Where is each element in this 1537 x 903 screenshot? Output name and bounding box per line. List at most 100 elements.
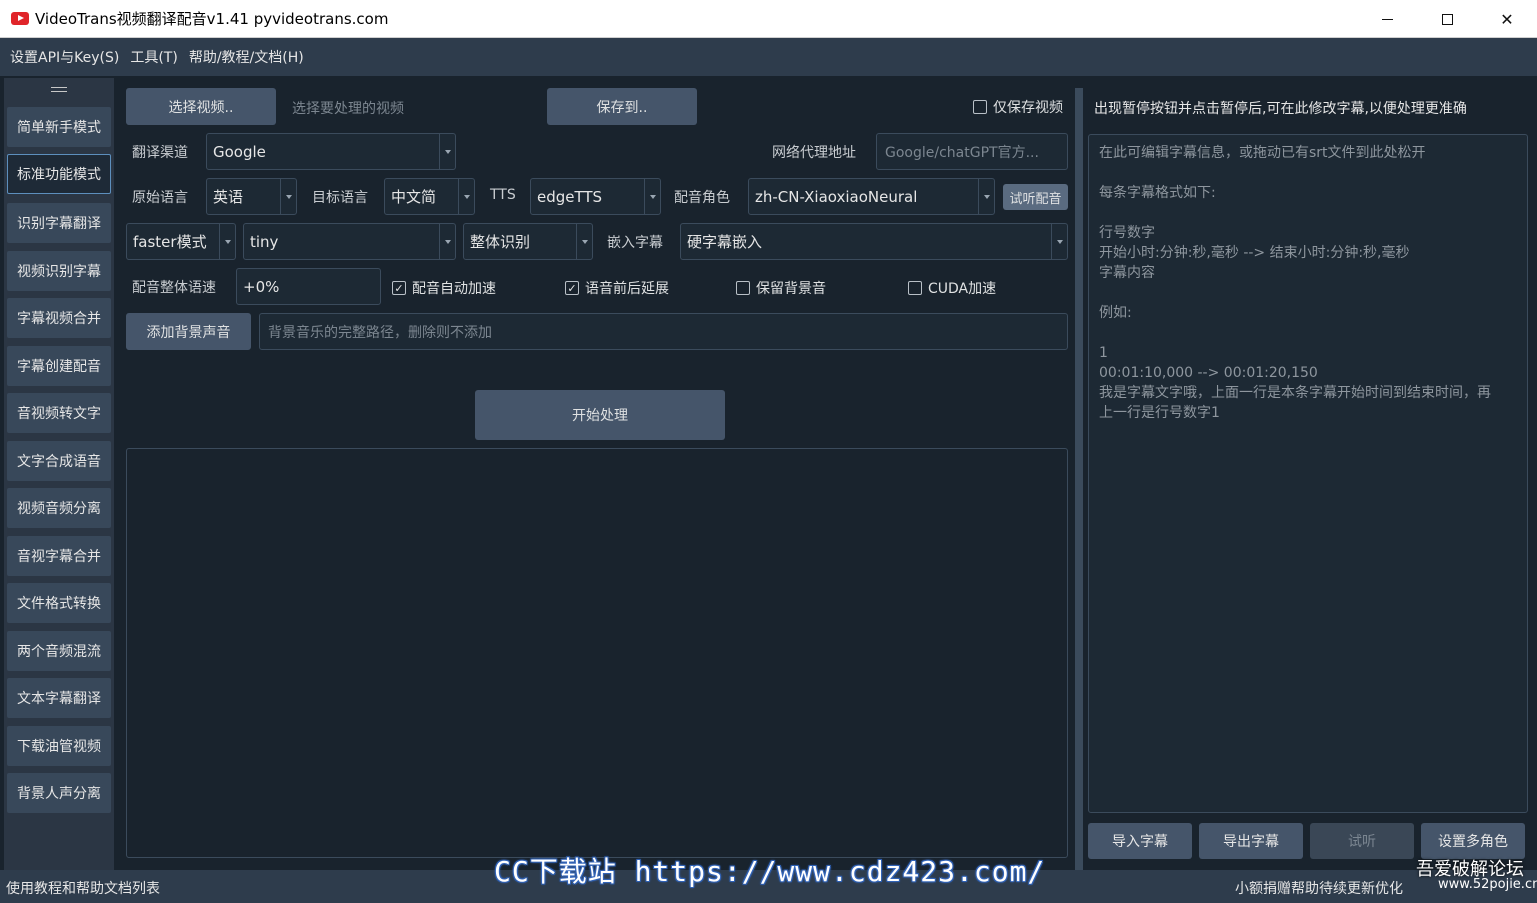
close-button[interactable]: ✕ — [1477, 0, 1537, 38]
start-process-button[interactable]: 开始处理 — [475, 390, 725, 440]
title-bar: VideoTrans视频翻译配音v1.41 pyvideotrans.com ✕ — [0, 0, 1537, 38]
export-subtitle-button[interactable]: 导出字幕 — [1199, 823, 1303, 859]
editor-line: 例如: — [1099, 305, 1132, 321]
tts-label: TTS — [490, 187, 516, 203]
whisper-model-select[interactable]: tiny — [243, 223, 456, 260]
checkbox-icon — [973, 100, 987, 114]
sidebar-item-audio-mix[interactable]: 两个音频混流 — [7, 631, 111, 671]
checkbox-checked-icon: ✓ — [392, 281, 406, 295]
sidebar-item-standard-mode[interactable]: 标准功能模式 — [7, 154, 111, 194]
minimize-icon — [1381, 18, 1393, 20]
chevron-down-icon — [219, 224, 235, 259]
donate-link[interactable]: 小额捐赠帮助待续更新优化 — [1235, 878, 1403, 898]
voice-role-select[interactable]: zh-CN-XiaoxiaoNeural — [748, 178, 995, 215]
speed-label: 配音整体语速 — [132, 280, 216, 296]
sidebar-item-vocal-separate[interactable]: 背景人声分离 — [7, 773, 111, 813]
import-subtitle-button[interactable]: 导入字幕 — [1088, 823, 1192, 859]
tutorial-docs-link[interactable]: 使用教程和帮助文档列表 — [6, 878, 160, 898]
sidebar-item-text-to-speech[interactable]: 文字合成语音 — [7, 441, 111, 481]
cuda-checkbox[interactable]: CUDA加速 — [908, 278, 996, 298]
editor-line: 每条字幕格式如下: — [1099, 185, 1216, 201]
menu-settings[interactable]: 设置API与Key(S) — [10, 47, 119, 67]
auto-speed-checkbox[interactable]: ✓ 配音自动加速 — [392, 278, 496, 298]
editor-blank-line — [1099, 283, 1517, 303]
sidebar-item-subtitle-video-merge[interactable]: 字幕视频合并 — [7, 298, 111, 338]
editor-line: 字幕内容 — [1099, 265, 1155, 281]
subtitle-editor[interactable]: 在此可编辑字幕信息，或拖动已有srt文件到此处松开 每条字幕格式如下: 行号数字… — [1088, 134, 1528, 813]
tts-select[interactable]: edgeTTS — [530, 178, 661, 215]
process-log-area[interactable] — [126, 448, 1068, 858]
recognition-type-select[interactable]: 整体识别 — [463, 223, 593, 260]
menu-help[interactable]: 帮助/教程/文档(H) — [189, 47, 304, 67]
editor-line: 行号数字 — [1099, 225, 1155, 241]
editor-line: 1 — [1099, 345, 1108, 361]
source-language-value: 英语 — [213, 188, 244, 206]
maximize-icon — [1441, 13, 1453, 25]
menu-tools[interactable]: 工具(T) — [130, 47, 177, 67]
target-language-select[interactable]: 中文简 — [384, 178, 475, 215]
main-panel: 选择视频.. 选择要处理的视频 保存到.. 仅保存视频 翻译渠道 Google … — [116, 78, 1074, 870]
panel-splitter[interactable] — [1075, 88, 1083, 870]
proxy-label: 网络代理地址 — [772, 145, 856, 161]
keep-background-label: 保留背景音 — [756, 281, 826, 297]
editor-line: 00:01:10,000 --> 00:01:20,150 — [1099, 365, 1318, 381]
whisper-model-value: tiny — [250, 232, 279, 251]
drag-handle-icon[interactable] — [51, 87, 67, 92]
translate-channel-label: 翻译渠道 — [132, 145, 188, 161]
editor-blank-line — [1099, 323, 1517, 343]
chevron-down-icon — [978, 179, 994, 214]
subtitle-edit-hint: 出现暂停按钮并点击暂停后,可在此修改字幕,以便处理更准确 — [1094, 101, 1467, 117]
minimize-button[interactable] — [1357, 0, 1417, 38]
sidebar-item-simple-mode[interactable]: 简单新手模式 — [7, 107, 111, 147]
sidebar-item-av-subtitle-merge[interactable]: 音视字幕合并 — [7, 536, 111, 576]
app-logo-icon — [11, 12, 29, 25]
sidebar-item-audio-to-text[interactable]: 音视频转文字 — [7, 393, 111, 433]
sidebar-item-video-subtitle[interactable]: 视频识别字幕 — [7, 251, 111, 291]
select-video-button[interactable]: 选择视频.. — [126, 88, 276, 125]
translate-channel-select[interactable]: Google — [206, 133, 456, 170]
sidebar-item-format-convert[interactable]: 文件格式转换 — [7, 583, 111, 623]
editor-line: 在此可编辑字幕信息，或拖动已有srt文件到此处松开 — [1099, 145, 1426, 161]
window-controls: ✕ — [1357, 0, 1537, 38]
chevron-down-icon — [439, 134, 455, 169]
tts-value: edgeTTS — [537, 187, 603, 206]
target-language-value: 中文简 — [391, 188, 437, 206]
model-mode-select[interactable]: faster模式 — [126, 223, 236, 260]
sidebar-item-youtube-download[interactable]: 下载油管视频 — [7, 726, 111, 766]
add-background-audio-button[interactable]: 添加背景声音 — [126, 313, 251, 350]
chevron-down-icon — [439, 224, 455, 259]
only-save-video-checkbox[interactable]: 仅保存视频 — [973, 97, 1063, 117]
voice-extend-checkbox[interactable]: ✓ 语音前后延展 — [565, 278, 669, 298]
translate-channel-value: Google — [213, 142, 266, 161]
cuda-label: CUDA加速 — [928, 281, 997, 297]
listen-dubbing-button[interactable]: 试听配音 — [1003, 184, 1068, 210]
embed-subtitle-select[interactable]: 硬字幕嵌入 — [680, 223, 1068, 260]
checkbox-checked-icon: ✓ — [565, 281, 579, 295]
speed-input[interactable]: +0% — [236, 268, 381, 305]
multi-role-button[interactable]: 设置多角色 — [1421, 823, 1525, 859]
sidebar-item-text-subtitle-translate[interactable]: 文本字幕翻译 — [7, 678, 111, 718]
background-audio-path-input[interactable]: 背景音乐的完整路径，删除则不添加 — [259, 313, 1068, 350]
sidebar-item-subtitle-dubbing[interactable]: 字幕创建配音 — [7, 346, 111, 386]
chevron-down-icon — [458, 179, 474, 214]
select-video-placeholder: 选择要处理的视频 — [292, 101, 404, 117]
maximize-button[interactable] — [1417, 0, 1477, 38]
source-language-select[interactable]: 英语 — [206, 178, 297, 215]
sidebar-item-audio-separate[interactable]: 视频音频分离 — [7, 488, 111, 528]
download-site-watermark: CC下载站 https://www.cdz423.com/ — [494, 855, 1046, 888]
chevron-down-icon — [576, 224, 592, 259]
target-language-label: 目标语言 — [312, 190, 368, 206]
voice-role-label: 配音角色 — [674, 190, 730, 206]
save-to-button[interactable]: 保存到.. — [547, 88, 697, 125]
voice-role-value: zh-CN-XiaoxiaoNeural — [755, 187, 918, 206]
window-title: VideoTrans视频翻译配音v1.41 pyvideotrans.com — [35, 10, 389, 28]
editor-line: 我是字幕文字哦，上面一行是本条字幕开始时间到结束时间，再 — [1099, 385, 1491, 401]
keep-background-checkbox[interactable]: 保留背景音 — [736, 278, 826, 298]
listen-button[interactable]: 试听 — [1310, 823, 1414, 859]
proxy-input[interactable]: Google/chatGPT官方... — [876, 133, 1068, 170]
source-language-label: 原始语言 — [132, 190, 188, 206]
close-icon: ✕ — [1500, 9, 1514, 29]
editor-blank-line — [1099, 203, 1517, 223]
sidebar-item-recognize-translate[interactable]: 识别字幕翻译 — [7, 203, 111, 243]
chevron-down-icon — [1051, 224, 1067, 259]
